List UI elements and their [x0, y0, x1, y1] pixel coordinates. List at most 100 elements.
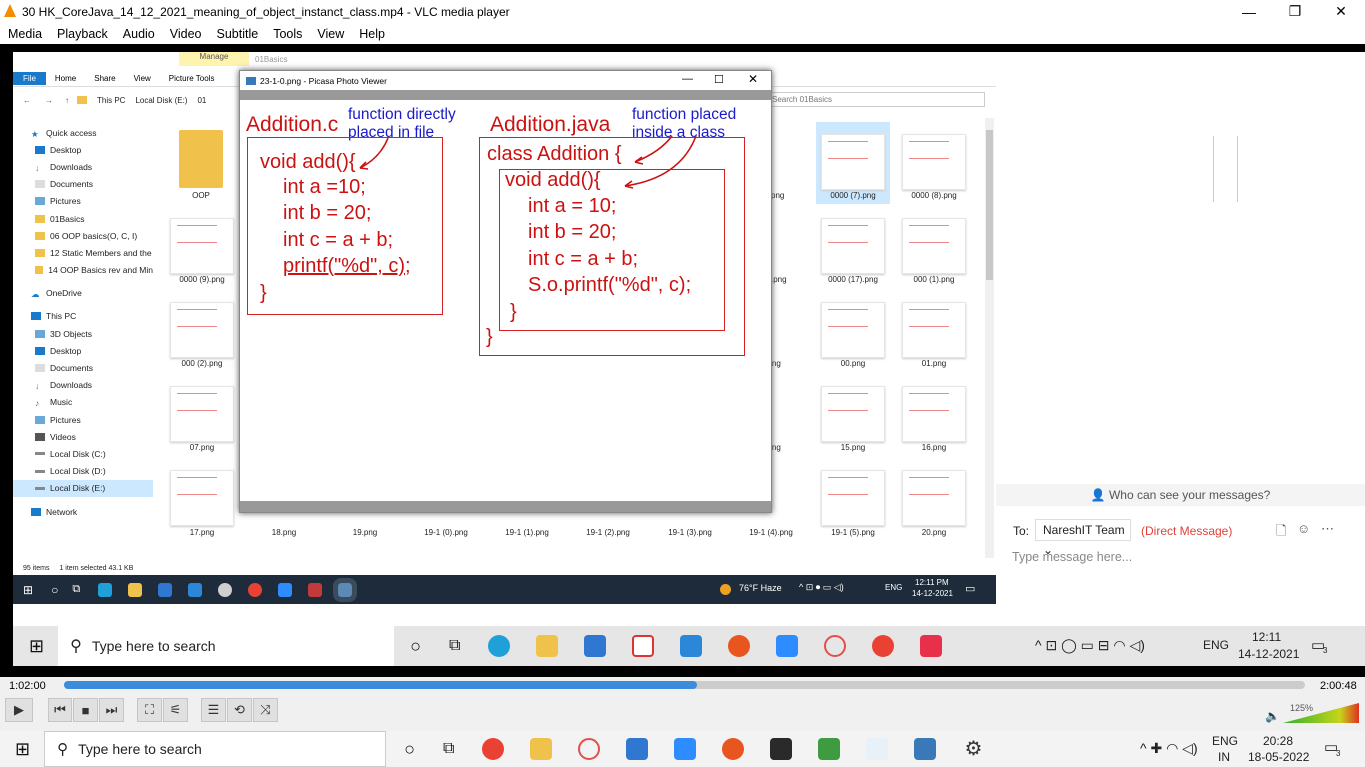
play-button[interactable]: ▶ [5, 698, 33, 722]
picasa-close-button[interactable]: ✕ [748, 72, 758, 86]
menu-subtitle[interactable]: Subtitle [217, 27, 259, 41]
forward-icon[interactable]: → [45, 96, 53, 105]
nav-item[interactable]: Desktop [13, 342, 153, 359]
app-icon[interactable] [308, 582, 323, 597]
stop-button[interactable]: ■ [73, 698, 98, 722]
menu-view[interactable]: View [317, 27, 344, 41]
edge-icon[interactable] [488, 635, 511, 657]
nav-item[interactable]: 14 OOP Basics rev and Min [13, 262, 153, 279]
nav-item[interactable]: Desktop [13, 141, 153, 158]
windows-icon[interactable]: ⊞ [29, 636, 44, 657]
record-icon[interactable] [722, 738, 745, 760]
breadcrumb-disk[interactable]: Local Disk (E:) [135, 96, 187, 105]
tray-icons[interactable]: ^ ⊡ ◯ ▭ ⊟ ◠ ◁) [1035, 637, 1145, 654]
file-thumb[interactable] [902, 134, 966, 190]
file-thumb[interactable] [170, 470, 234, 526]
manage-label[interactable]: Manage [179, 52, 249, 66]
explorer-icon[interactable] [128, 582, 143, 597]
next-button[interactable]: ⏭ [99, 698, 124, 722]
file-thumb[interactable] [821, 218, 885, 274]
cortana-icon[interactable]: ○ [410, 636, 421, 657]
nav-item[interactable]: 3D Objects [13, 325, 153, 342]
folder-icon[interactable] [179, 130, 223, 188]
zoom-icon[interactable] [776, 635, 799, 657]
host-search[interactable]: ⚲ Type here to search [44, 731, 387, 767]
picasa-maximize-button[interactable]: ☐ [714, 73, 724, 86]
explorer-icon[interactable] [536, 635, 559, 657]
mail-icon[interactable] [188, 582, 203, 597]
file-thumb[interactable] [821, 470, 885, 526]
task-view-icon[interactable]: ⧉ [72, 583, 80, 596]
volume-icon[interactable]: 🔈 [1265, 709, 1280, 723]
sticky-notes-icon[interactable] [770, 738, 793, 760]
nav-item[interactable]: 01Basics [13, 210, 153, 227]
task-view-icon[interactable]: ⧉ [443, 740, 454, 758]
file-thumb[interactable] [821, 134, 885, 190]
file-thumb[interactable] [902, 218, 966, 274]
previous-button[interactable]: ⏮ [48, 698, 72, 722]
playlist-button[interactable]: ☰ [201, 698, 226, 722]
record-icon[interactable] [728, 635, 751, 657]
file-icon[interactable]: 🗋 [1276, 522, 1286, 544]
chrome-icon[interactable] [482, 738, 505, 760]
photos-icon[interactable] [914, 738, 937, 760]
tray-icons[interactable]: ^ ⊡ ⏺ ▭ ◁) [799, 582, 844, 593]
windows-icon[interactable]: ⊞ [15, 739, 30, 760]
message-input[interactable]: Type message here... [1012, 550, 1132, 564]
menu-video[interactable]: Video [170, 27, 202, 41]
nav-thispc[interactable]: This PC [13, 308, 153, 325]
settings-icon[interactable]: ⚙ [962, 738, 985, 760]
chrome-icon[interactable] [872, 635, 895, 657]
tray-icons[interactable]: ^ ✚ ◠ ◁) [1140, 740, 1198, 757]
notepad-icon[interactable] [818, 738, 841, 760]
nav-item[interactable]: ↓ Downloads [13, 158, 153, 175]
recipient-select[interactable]: NareshIT Team ⌄ [1035, 519, 1131, 557]
file-thumb[interactable] [902, 302, 966, 358]
explorer-search-input[interactable]: Search 01Basics [767, 92, 985, 107]
file-thumb[interactable] [902, 470, 966, 526]
store-icon[interactable] [158, 582, 173, 597]
nav-item[interactable]: Local Disk (D:) [13, 463, 153, 480]
who-can-see-link[interactable]: 👤 Who can see your messages? [996, 484, 1365, 506]
back-icon[interactable]: ← [23, 96, 31, 105]
file-thumb[interactable] [170, 386, 234, 442]
store-icon[interactable] [584, 635, 607, 657]
nav-item-selected[interactable]: Local Disk (E:) [13, 479, 153, 497]
search-icon[interactable]: ○ [51, 583, 58, 597]
taskbar-search[interactable]: ⚲ Type here to search [58, 626, 395, 666]
close-button[interactable]: ✕ [1318, 0, 1364, 23]
fullscreen-button[interactable]: ⛶ [137, 698, 162, 722]
tab-view[interactable]: View [134, 74, 151, 83]
zoom-icon[interactable] [278, 582, 293, 597]
photos-icon[interactable] [333, 577, 358, 602]
loop-button[interactable]: ⟲ [227, 698, 252, 722]
nav-item[interactable]: Local Disk (C:) [13, 445, 153, 462]
picasa-minimize-button[interactable]: — [682, 73, 693, 85]
vlc-icon[interactable] [866, 738, 889, 760]
file-thumb[interactable] [821, 302, 885, 358]
nav-item[interactable]: 12 Static Members and the [13, 244, 153, 261]
zoom-icon[interactable] [674, 738, 697, 760]
volume-slider[interactable] [1283, 703, 1361, 725]
more-icon[interactable]: ⋯ [1321, 521, 1334, 537]
edge-icon[interactable] [98, 582, 113, 597]
mail-icon[interactable] [680, 635, 703, 657]
file-thumb[interactable] [902, 386, 966, 442]
menu-playback[interactable]: Playback [57, 27, 108, 41]
file-thumb[interactable] [170, 302, 234, 358]
tab-picture-tools[interactable]: Picture Tools [169, 74, 215, 83]
nav-item[interactable]: Pictures [13, 411, 153, 428]
notification-icon[interactable]: ▭ [965, 582, 975, 595]
nav-quick-access[interactable]: ★ Quick access [13, 124, 153, 141]
menu-tools[interactable]: Tools [273, 27, 302, 41]
tab-home[interactable]: Home [55, 74, 76, 83]
minimize-button[interactable]: — [1226, 0, 1272, 23]
app-icon[interactable] [218, 582, 233, 597]
nav-item[interactable]: Documents [13, 176, 153, 193]
nav-item[interactable]: Documents [13, 359, 153, 376]
task-view-icon[interactable]: ⧉ [449, 637, 460, 655]
menu-audio[interactable]: Audio [123, 27, 155, 41]
nav-onedrive[interactable]: ☁ OneDrive [13, 285, 153, 302]
tab-share[interactable]: Share [94, 74, 115, 83]
breadcrumb-thispc[interactable]: This PC [97, 96, 125, 105]
